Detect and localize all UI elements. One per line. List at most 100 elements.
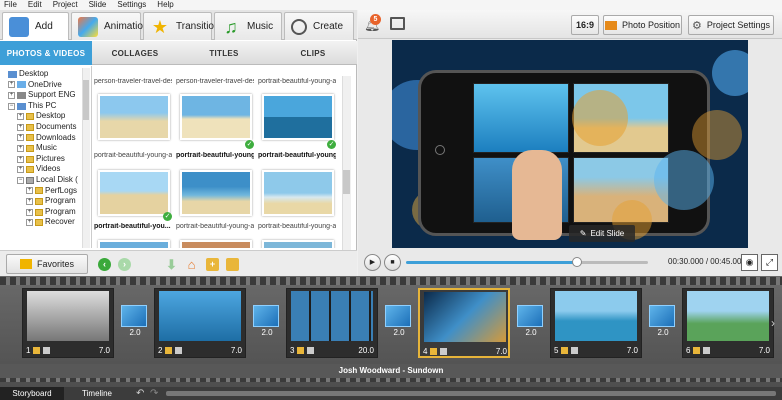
expand-icon[interactable]: + <box>26 219 33 227</box>
expand-icon[interactable]: + <box>17 113 24 121</box>
tree-item[interactable]: + Documents <box>8 122 91 133</box>
play-button[interactable]: ▶ <box>364 254 381 271</box>
redo-icon[interactable]: ↷ <box>150 387 158 400</box>
folder-add-icon[interactable] <box>226 258 239 271</box>
photo-position-button[interactable]: Photo Position <box>603 15 682 35</box>
file-thumbnail[interactable] <box>262 170 334 216</box>
sound-icon[interactable] <box>43 346 51 354</box>
menu-edit[interactable]: Edit <box>28 0 42 10</box>
tree-item[interactable]: Desktop <box>8 69 91 80</box>
expand-icon[interactable]: + <box>8 81 15 89</box>
file-thumbnail[interactable] <box>180 240 252 248</box>
tree-item[interactable]: + Desktop <box>8 111 91 122</box>
tree-item[interactable]: + OneDrive <box>8 80 91 91</box>
sound-icon[interactable] <box>571 346 579 354</box>
transition-thumbnail[interactable]: 2.0 <box>385 305 413 339</box>
down-arrow-icon[interactable]: ⬇ <box>165 258 178 271</box>
storyboard-scrollbar[interactable] <box>166 391 776 396</box>
audio-track[interactable]: Josh Woodward - Sundown <box>0 364 782 378</box>
expand-icon[interactable]: + <box>8 91 15 99</box>
scroll-right-icon[interactable]: › <box>771 316 775 330</box>
file-grid-scrollbar[interactable] <box>342 76 351 252</box>
file-thumbnail[interactable] <box>262 240 334 248</box>
add-to-project-icon[interactable]: + <box>206 258 219 271</box>
home-icon[interactable]: ⌂ <box>185 258 198 271</box>
tree-scroll-thumb[interactable] <box>83 80 89 120</box>
tree-item[interactable]: + Support ENG <box>8 90 91 101</box>
tree-item[interactable]: + Music <box>8 143 91 154</box>
slide-thumbnail-selected[interactable]: 4 7.0 <box>418 288 510 358</box>
tree-item[interactable]: + Program <box>8 207 91 218</box>
expand-icon[interactable]: + <box>17 155 24 163</box>
transition-thumbnail[interactable]: 2.0 <box>649 305 677 339</box>
tab-create[interactable]: Create <box>284 12 354 40</box>
tab-titles[interactable]: TITLES <box>178 41 270 65</box>
file-thumbnail[interactable] <box>98 170 170 216</box>
tab-timeline[interactable]: Timeline <box>64 387 130 400</box>
tree-item[interactable]: + Downloads <box>8 133 91 144</box>
edit-icon[interactable] <box>165 346 173 354</box>
camera-snapshot-icon[interactable]: ◉ <box>741 254 758 271</box>
aspect-ratio-button[interactable]: 16:9 <box>571 15 599 35</box>
sound-icon[interactable] <box>175 346 183 354</box>
image-icon[interactable] <box>390 17 405 30</box>
tree-item[interactable]: + Program <box>8 196 91 207</box>
edit-icon[interactable] <box>33 346 41 354</box>
favorites-button[interactable]: Favorites <box>6 254 88 274</box>
file-thumbnail[interactable] <box>98 94 170 140</box>
slide-thumbnail[interactable]: 3 20.0 <box>286 288 378 358</box>
file-thumbnail[interactable] <box>262 94 334 140</box>
slide-thumbnail[interactable]: 5 7.0 <box>550 288 642 358</box>
menu-file[interactable]: File <box>4 0 17 10</box>
tab-animation[interactable]: Animation <box>71 12 148 40</box>
tree-item[interactable]: + PerfLogs <box>8 186 91 197</box>
transition-thumbnail[interactable]: 2.0 <box>121 305 149 339</box>
expand-icon[interactable]: + <box>26 208 33 216</box>
fullscreen-icon[interactable]: ⤢ <box>761 254 778 271</box>
menu-settings[interactable]: Settings <box>117 0 146 10</box>
collapse-icon[interactable]: − <box>17 176 24 184</box>
edit-icon[interactable] <box>297 346 305 354</box>
expand-icon[interactable]: + <box>17 166 24 174</box>
tab-music[interactable]: ♫ Music <box>214 12 282 40</box>
slide-thumbnail[interactable]: 1 7.0 <box>22 288 114 358</box>
file-thumbnail[interactable] <box>98 240 170 248</box>
tab-transitions[interactable]: ★ Transitions <box>143 12 225 40</box>
slide-thumbnail[interactable]: 2 7.0 <box>154 288 246 358</box>
undo-icon[interactable]: ↶ <box>136 387 144 400</box>
menu-project[interactable]: Project <box>53 0 78 10</box>
tree-item[interactable]: + Recover <box>8 217 91 228</box>
collapse-icon[interactable]: − <box>8 102 15 110</box>
back-icon[interactable]: ‹ <box>98 258 111 271</box>
file-thumbnail[interactable] <box>180 170 252 216</box>
tree-item[interactable]: − This PC <box>8 101 91 112</box>
tab-clips[interactable]: CLIPS <box>270 41 356 65</box>
tree-item[interactable]: + Pictures <box>8 154 91 165</box>
sound-icon[interactable] <box>703 346 711 354</box>
tab-photos-videos[interactable]: PHOTOS & VIDEOS <box>0 41 92 65</box>
edit-icon[interactable] <box>693 346 701 354</box>
transition-thumbnail[interactable]: 2.0 <box>253 305 281 339</box>
stop-button[interactable]: ■ <box>384 254 401 271</box>
edit-icon[interactable] <box>430 347 438 355</box>
tab-storyboard[interactable]: Storyboard <box>0 387 64 400</box>
tree-item[interactable]: + Videos <box>8 164 91 175</box>
expand-icon[interactable]: + <box>26 197 33 205</box>
sound-icon[interactable] <box>440 347 448 355</box>
tab-collages[interactable]: COLLAGES <box>92 41 178 65</box>
slide-preview[interactable]: ✎ Edit Slide <box>392 40 748 248</box>
file-thumbnail[interactable] <box>180 94 252 140</box>
forward-icon[interactable]: › <box>118 258 131 271</box>
menu-slide[interactable]: Slide <box>89 0 107 10</box>
progress-handle[interactable] <box>572 257 582 267</box>
progress-remaining[interactable] <box>578 261 648 264</box>
transition-thumbnail[interactable]: 2.0 <box>517 305 545 339</box>
edit-icon[interactable] <box>561 346 569 354</box>
project-settings-button[interactable]: ⚙ Project Settings <box>688 15 774 35</box>
expand-icon[interactable]: + <box>26 187 33 195</box>
expand-icon[interactable]: + <box>17 123 24 131</box>
expand-icon[interactable]: + <box>17 134 24 142</box>
sound-icon[interactable] <box>307 346 315 354</box>
tree-item[interactable]: − Local Disk ( <box>8 175 91 186</box>
slide-thumbnail[interactable]: 6 7.0 <box>682 288 774 358</box>
